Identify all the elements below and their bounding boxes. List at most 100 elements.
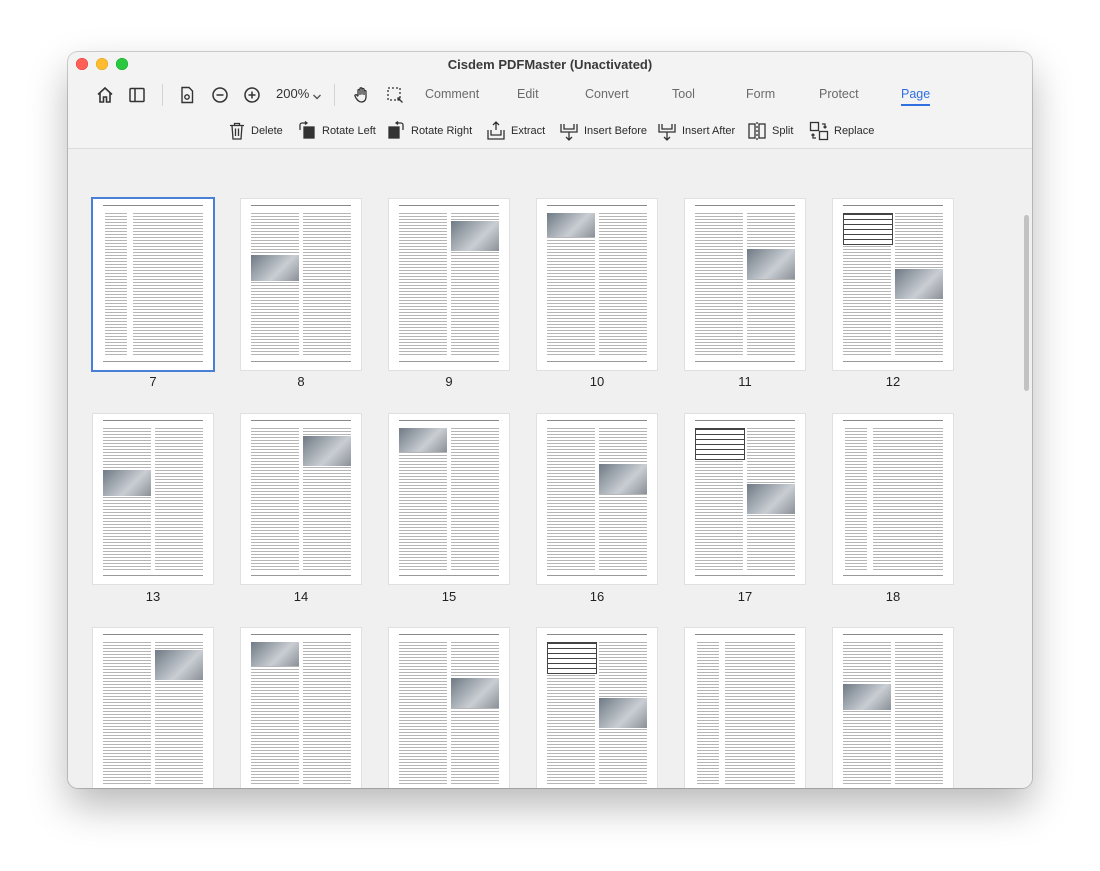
page-toolbar: Delete Rotate Left Rotate Right Extract …	[68, 114, 1032, 149]
page-thumbnail[interactable]	[389, 628, 509, 788]
zoom-level[interactable]: 200%	[276, 86, 309, 101]
page-header-rule	[843, 420, 943, 421]
page-text-column	[873, 428, 943, 570]
tab-convert[interactable]: Convert	[585, 87, 629, 101]
page-thumbnail[interactable]	[241, 628, 361, 788]
page-thumbnail[interactable]	[685, 199, 805, 370]
toolbar-separator	[162, 84, 163, 106]
sidebar-toggle-icon[interactable]	[126, 84, 148, 106]
page-photo	[599, 464, 647, 494]
page-text-column	[451, 642, 499, 784]
page-thumbnail-grid: 789101112131415161718192021222324 1	[68, 149, 1032, 788]
page-header-rule	[843, 634, 943, 635]
extract-button[interactable]: Extract	[486, 121, 545, 141]
page-thumbnail[interactable]	[389, 199, 509, 370]
page-footer-rule	[103, 361, 203, 362]
insert-before-label: Insert Before	[584, 125, 647, 137]
main-toolbar: 200% Comment Edit Convert Tool Form Prot…	[68, 76, 1032, 114]
zoom-out-icon[interactable]	[209, 84, 231, 106]
page-thumbnail[interactable]	[833, 199, 953, 370]
page-photo	[547, 213, 595, 237]
insert-before-button[interactable]: Insert Before	[559, 121, 647, 141]
page-table	[843, 213, 893, 245]
page-text-column	[399, 642, 447, 784]
page-thumbnail[interactable]	[93, 628, 213, 788]
page-number-label: 9	[445, 374, 453, 389]
page-thumbnail[interactable]	[685, 628, 805, 788]
page-table	[695, 428, 745, 460]
page-number-label: 7	[149, 374, 157, 389]
page-number-label: 13	[145, 589, 161, 604]
replace-button[interactable]: Replace	[809, 121, 874, 141]
page-thumbnail[interactable]	[241, 414, 361, 584]
page-photo	[843, 684, 891, 710]
page-footer-rule	[547, 575, 647, 576]
page-header-rule	[251, 205, 351, 206]
vertical-scrollbar[interactable]	[1024, 215, 1029, 391]
page-footer-rule	[399, 575, 499, 576]
rotate-right-button[interactable]: Rotate Right	[386, 121, 472, 141]
tab-protect[interactable]: Protect	[819, 87, 859, 101]
tab-edit[interactable]: Edit	[517, 87, 539, 101]
page-photo	[747, 484, 795, 514]
insert-after-label: Insert After	[682, 125, 736, 137]
page-number-label: 16	[589, 589, 605, 604]
page-text-column	[155, 428, 203, 570]
title-bar: Cisdem PDFMaster (Unactivated)	[68, 52, 1032, 76]
page-text-column	[695, 213, 743, 356]
page-photo	[103, 470, 151, 496]
page-thumbnail[interactable]	[537, 628, 657, 788]
page-thumbnail[interactable]	[537, 199, 657, 370]
tab-comment[interactable]: Comment	[425, 87, 479, 101]
page-number-label: 10	[589, 374, 605, 389]
page-header-rule	[547, 634, 647, 635]
page-photo	[451, 221, 499, 251]
insert-before-icon	[560, 124, 578, 141]
page-text-column	[843, 642, 891, 784]
maximize-window-button[interactable]	[116, 58, 128, 70]
page-number-label: 8	[297, 374, 305, 389]
split-button[interactable]: Split	[747, 121, 793, 141]
extract-icon	[487, 121, 505, 140]
tab-form[interactable]: Form	[746, 87, 775, 101]
chevron-down-icon[interactable]	[312, 88, 322, 106]
page-text-column	[303, 213, 351, 356]
page-text-column	[105, 213, 127, 356]
page-photo	[251, 642, 299, 666]
page-photo	[451, 678, 499, 708]
page-thumbnail[interactable]	[241, 199, 361, 370]
page-text-column	[133, 213, 203, 356]
page-view-icon[interactable]	[176, 84, 198, 106]
page-header-rule	[399, 420, 499, 421]
tab-tool[interactable]: Tool	[672, 87, 695, 101]
page-text-column	[251, 213, 299, 356]
rotate-left-button[interactable]: Rotate Left	[297, 121, 376, 141]
rotate-right-label: Rotate Right	[411, 125, 473, 137]
tab-page[interactable]: Page	[901, 87, 931, 106]
page-thumbnail[interactable]	[833, 628, 953, 788]
page-number-label: 14	[293, 589, 309, 604]
page-thumbnail[interactable]	[537, 414, 657, 584]
page-header-rule	[103, 420, 203, 421]
close-window-button[interactable]	[76, 58, 88, 70]
minimize-window-button[interactable]	[96, 58, 108, 70]
hand-tool-icon[interactable]	[351, 84, 373, 106]
page-thumbnail[interactable]	[93, 414, 213, 584]
page-header-rule	[547, 205, 647, 206]
delete-button[interactable]: Delete	[228, 121, 283, 141]
page-thumbnail[interactable]	[93, 199, 213, 370]
page-thumbnail[interactable]	[685, 414, 805, 584]
page-thumbnail[interactable]	[833, 414, 953, 584]
insert-after-button[interactable]: Insert After	[657, 121, 735, 141]
page-header-rule	[695, 420, 795, 421]
home-icon[interactable]	[94, 84, 116, 106]
replace-label: Replace	[834, 125, 875, 137]
page-text-column	[451, 428, 499, 570]
replace-icon	[809, 121, 829, 141]
marquee-select-icon[interactable]	[384, 84, 406, 106]
page-header-rule	[103, 205, 203, 206]
page-photo	[155, 650, 203, 680]
zoom-in-icon[interactable]	[241, 84, 263, 106]
page-thumbnail[interactable]	[389, 414, 509, 584]
page-photo	[895, 269, 943, 299]
